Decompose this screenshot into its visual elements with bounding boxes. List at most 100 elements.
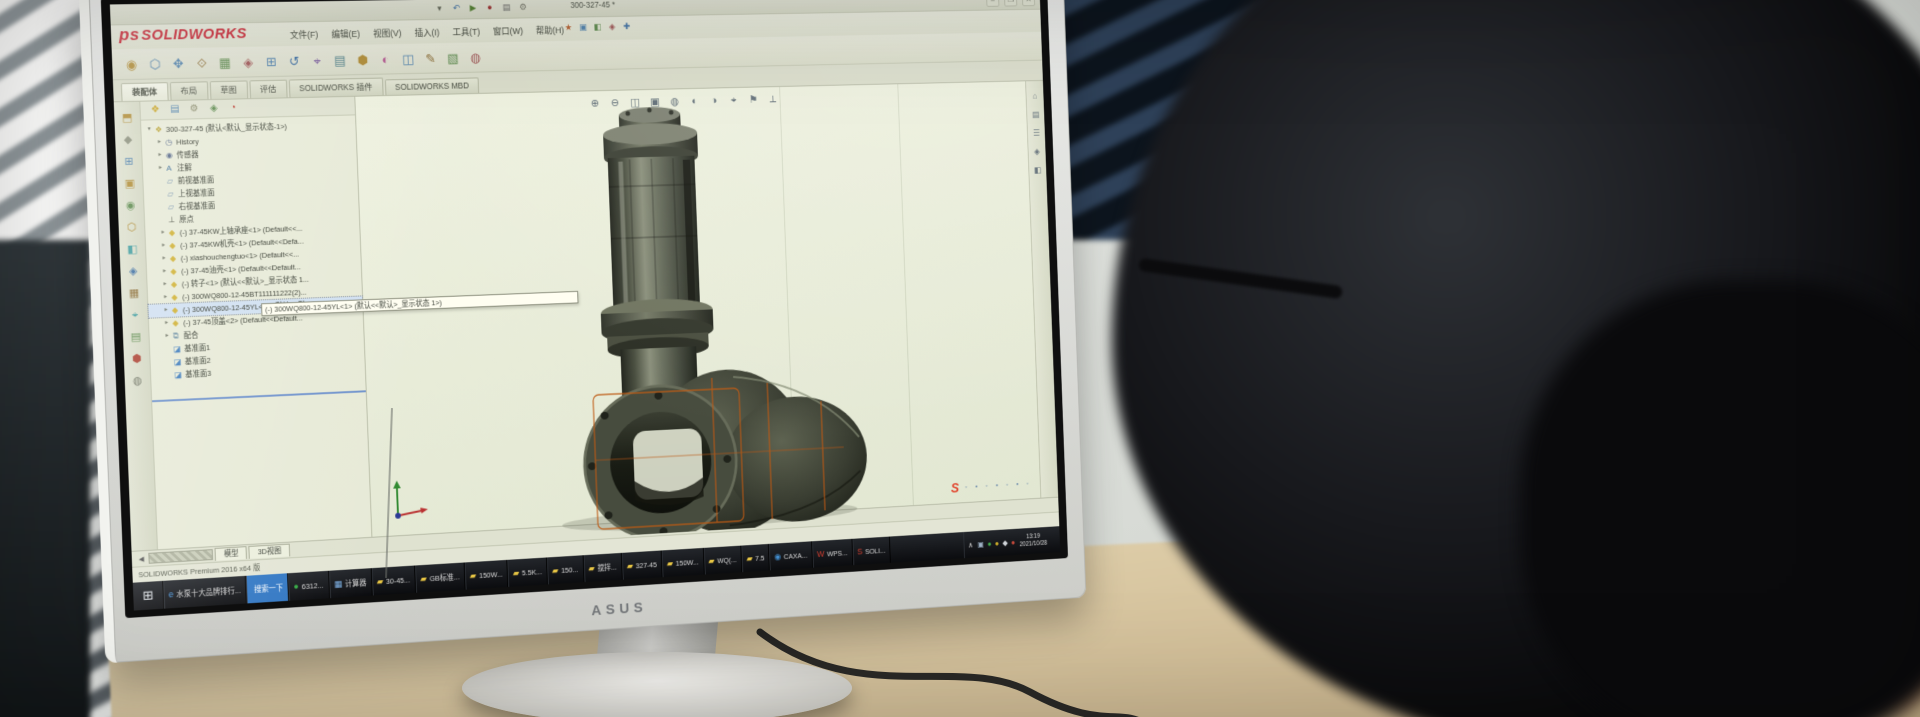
commandmanager-tab[interactable]: SOLIDWORKS MBD: [384, 77, 479, 95]
tree-expand-arrow[interactable]: ▸: [155, 136, 163, 149]
toolbar-icon[interactable]: ⬡: [145, 54, 164, 73]
menu-item[interactable]: 编辑(E): [325, 26, 365, 41]
menu-item[interactable]: 文件(F): [284, 27, 324, 42]
task-pane-icon[interactable]: ☰: [1031, 127, 1042, 139]
window-control-icon[interactable]: ✕: [1022, 0, 1035, 6]
toolbar-icon[interactable]: ▤: [331, 50, 350, 69]
taskbar-item[interactable]: ▰ 7.5: [741, 544, 770, 572]
taskbar-item[interactable]: e 水泵十大品牌排行...: [163, 576, 247, 609]
left-strip-icon[interactable]: ◈: [125, 263, 141, 280]
tray-expand-icon[interactable]: ∧: [968, 540, 973, 549]
panel-tab-icon[interactable]: ⚙: [187, 102, 201, 116]
tree-expand-arrow[interactable]: ▸: [160, 265, 168, 278]
headsup-icon[interactable]: ◐: [688, 94, 702, 109]
task-pane-icon[interactable]: ▤: [1030, 109, 1041, 121]
doc-tabs-scroll-left[interactable]: ◀: [136, 554, 147, 563]
menubar-icon[interactable]: ★: [562, 21, 574, 34]
taskbar-item[interactable]: ● 6312...: [288, 571, 330, 601]
menu-item[interactable]: 工具(T): [447, 24, 486, 39]
taskbar-item[interactable]: ▰ 150...: [547, 555, 584, 584]
tree-expand-arrow[interactable]: ▸: [162, 304, 170, 317]
document-tab[interactable]: 3D视图: [249, 544, 290, 559]
taskbar-item[interactable]: ▰ GB标准...: [415, 562, 466, 592]
panel-splitter[interactable]: [152, 390, 366, 402]
commandmanager-tab[interactable]: 草图: [209, 80, 247, 99]
toolbar-icon[interactable]: ↺: [285, 51, 304, 70]
toolbar-icon[interactable]: ▧: [444, 48, 462, 67]
tree-expand-arrow[interactable]: ▸: [156, 149, 164, 162]
document-tab[interactable]: 模型: [215, 546, 247, 561]
left-strip-icon[interactable]: ◧: [124, 241, 140, 257]
panel-tab-icon[interactable]: ▤: [168, 103, 182, 117]
tree-expand-arrow[interactable]: ▸: [156, 162, 164, 175]
left-strip-icon[interactable]: ▦: [126, 285, 142, 302]
commandmanager-tab[interactable]: 装配体: [121, 82, 168, 101]
task-pane-icon[interactable]: ⌂: [1029, 90, 1040, 102]
taskbar-clock[interactable]: 13:19 2021/10/28: [1019, 533, 1047, 550]
left-strip-icon[interactable]: ⊞: [121, 154, 137, 170]
solidworks-resource-icon[interactable]: S: [951, 480, 960, 495]
menubar-icon[interactable]: ▣: [577, 21, 589, 34]
taskbar-item[interactable]: ▰ 150W...: [465, 560, 509, 590]
left-strip-icon[interactable]: ◆: [120, 132, 136, 148]
tree-expand-arrow[interactable]: ▸: [159, 239, 167, 252]
tray-icon[interactable]: ●: [995, 539, 999, 548]
tray-icon[interactable]: ▣: [977, 540, 984, 549]
viewport-canvas[interactable]: ⊕⊖◫▣◍◐◑⌖⚑⟂: [355, 81, 1040, 536]
taskbar-item[interactable]: ▰ 30-45...: [371, 566, 416, 596]
menu-item[interactable]: 窗口(W): [487, 23, 529, 38]
task-pane-icon[interactable]: ◈: [1031, 146, 1042, 158]
commandmanager-tab[interactable]: 评估: [249, 80, 287, 99]
taskbar-item[interactable]: 搜索一下: [246, 573, 289, 603]
taskbar-item[interactable]: ▰ 327-45: [622, 550, 663, 579]
toolbar-icon[interactable]: ✎: [421, 49, 440, 68]
headsup-icon[interactable]: ▣: [648, 95, 662, 110]
left-strip-icon[interactable]: ▤: [128, 329, 144, 346]
toolbar-icon[interactable]: ⊞: [262, 52, 281, 71]
toolbar-icon[interactable]: ✥: [169, 53, 188, 72]
headsup-icon[interactable]: ⟂: [766, 93, 780, 108]
taskbar-item[interactable]: ▰ 5.5K...: [508, 557, 548, 586]
headsup-icon[interactable]: ⊖: [608, 96, 622, 111]
toolbar-icon[interactable]: ▦: [215, 53, 234, 72]
left-strip-icon[interactable]: ◉: [122, 197, 138, 213]
corner-mini-icon[interactable]: ◦: [983, 482, 991, 491]
taskbar-item[interactable]: W WPS...: [812, 539, 853, 568]
tray-icon[interactable]: ◆: [1002, 538, 1008, 547]
corner-mini-icon[interactable]: ▪: [993, 481, 1001, 490]
commandmanager-tab[interactable]: 布局: [169, 81, 208, 100]
corner-mini-icon[interactable]: ◦: [1003, 480, 1011, 489]
tray-icon[interactable]: ●: [987, 539, 991, 548]
tree-expand-arrow[interactable]: ▸: [159, 226, 167, 239]
left-strip-icon[interactable]: ◍: [129, 373, 145, 390]
panel-tab-icon[interactable]: ❖: [148, 103, 162, 117]
taskbar-item[interactable]: ▰ 搅拌...: [583, 553, 622, 582]
toolbar-icon[interactable]: ◫: [399, 49, 418, 68]
toolbar-icon[interactable]: ◍: [466, 48, 484, 67]
corner-mini-icon[interactable]: ▪: [1013, 480, 1021, 489]
taskbar-item[interactable]: S SOLI...: [852, 537, 891, 566]
headsup-icon[interactable]: ⚑: [746, 93, 760, 108]
tray-icon[interactable]: ●: [1011, 538, 1015, 547]
toolbar-icon[interactable]: ⬢: [353, 50, 372, 69]
toolbar-icon[interactable]: ⌖: [308, 51, 327, 70]
taskbar-item[interactable]: ▰ 150W...: [662, 548, 705, 577]
menu-item[interactable]: 视图(V): [367, 25, 407, 40]
toolbar-icon[interactable]: ◐: [376, 49, 395, 68]
corner-mini-icon[interactable]: ▪: [972, 482, 980, 491]
tree-expand-arrow[interactable]: ▸: [161, 278, 169, 291]
left-strip-icon[interactable]: ⬒: [119, 110, 135, 126]
headsup-icon[interactable]: ◫: [628, 96, 642, 111]
corner-mini-icon[interactable]: ◦: [962, 483, 970, 492]
tree-expand-arrow[interactable]: ▸: [161, 291, 169, 304]
left-strip-icon[interactable]: ⬡: [123, 219, 139, 235]
task-pane-icon[interactable]: ◧: [1032, 164, 1043, 176]
left-strip-icon[interactable]: ▣: [122, 176, 138, 192]
left-strip-icon[interactable]: ⬢: [129, 351, 145, 368]
taskbar-item[interactable]: ▰ WQ(...: [703, 546, 742, 575]
solidworks-screen[interactable]: ▾↶▶●▤⚙ 300-327-45 * –❐✕ psSOLIDWORKS 文件(…: [110, 0, 1060, 611]
headsup-icon[interactable]: ◑: [707, 94, 721, 109]
left-strip-icon[interactable]: ⌖: [127, 307, 143, 324]
menubar-icon[interactable]: ◧: [591, 21, 603, 34]
menubar-icon[interactable]: ◈: [606, 21, 618, 34]
